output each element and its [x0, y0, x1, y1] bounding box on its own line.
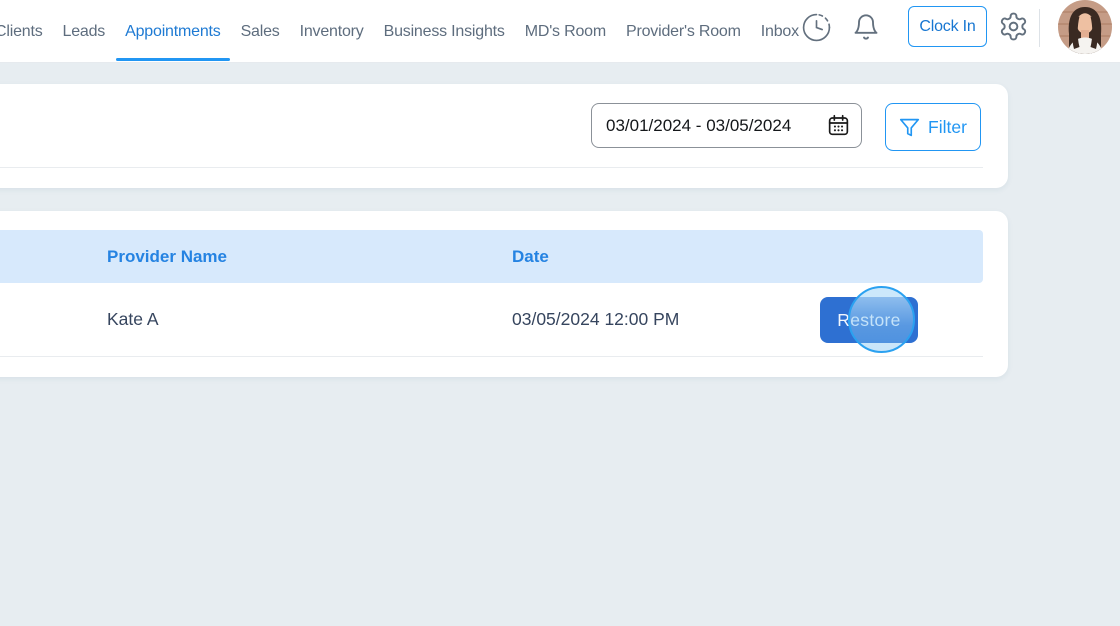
time-clock-icon[interactable]	[801, 12, 832, 43]
appointments-table-panel: Provider Name Date Kate A 03/05/2024 12:…	[0, 211, 1008, 377]
nav-item-appointments[interactable]: Appointments	[116, 0, 230, 63]
nav-item-label: MD's Room	[524, 22, 606, 40]
nav-item-business-insights[interactable]: Business Insights	[384, 0, 505, 63]
column-header-provider-name: Provider Name	[107, 246, 227, 266]
cell-date: 03/05/2024 12:00 PM	[512, 309, 680, 329]
settings-gear-icon[interactable]	[998, 11, 1029, 42]
nav-item-label: Inventory	[299, 22, 364, 40]
nav-item-label: Clients	[0, 22, 43, 40]
clock-in-button[interactable]: Clock In	[908, 6, 987, 47]
nav-item-inbox[interactable]: Inbox	[761, 0, 799, 63]
date-range-input[interactable]	[606, 115, 817, 136]
column-header-date: Date	[512, 246, 549, 266]
table-row: Kate A 03/05/2024 12:00 PM Restore	[0, 283, 983, 356]
nav-item-label: Sales	[240, 22, 280, 40]
nav-divider	[1039, 9, 1040, 47]
filter-button-label: Filter	[928, 116, 967, 137]
nav-item-clients[interactable]: Clients	[0, 0, 43, 63]
notification-bell-icon[interactable]	[852, 13, 880, 41]
nav-item-label: Appointments	[125, 22, 221, 40]
nav-item-label: Inbox	[760, 22, 799, 40]
restore-button[interactable]: Restore	[820, 297, 918, 343]
active-tab-underline	[116, 58, 230, 61]
nav-item-mds-room[interactable]: MD's Room	[525, 0, 606, 63]
filter-panel: Filter	[0, 84, 1008, 188]
nav-item-providers-room[interactable]: Provider's Room	[626, 0, 741, 63]
nav-item-label: Leads	[62, 22, 106, 40]
nav-item-inventory[interactable]: Inventory	[300, 0, 364, 63]
user-avatar[interactable]	[1058, 0, 1112, 54]
main-nav: Clients Leads Appointments Sales Invento…	[0, 0, 799, 63]
filter-button[interactable]: Filter	[885, 103, 981, 151]
table-header-row: Provider Name Date	[0, 230, 983, 283]
nav-item-label: Provider's Room	[625, 22, 741, 40]
filter-funnel-icon	[899, 117, 920, 138]
date-range-input-box[interactable]	[591, 103, 862, 148]
filter-panel-divider	[0, 167, 983, 168]
nav-item-sales[interactable]: Sales	[241, 0, 280, 63]
nav-item-label: Business Insights	[383, 22, 505, 40]
top-navigation-bar: Clients Leads Appointments Sales Invento…	[0, 0, 1120, 63]
calendar-icon[interactable]	[826, 113, 851, 138]
cell-provider-name: Kate A	[107, 309, 159, 329]
table-row-divider	[0, 356, 983, 357]
nav-item-leads[interactable]: Leads	[63, 0, 106, 63]
